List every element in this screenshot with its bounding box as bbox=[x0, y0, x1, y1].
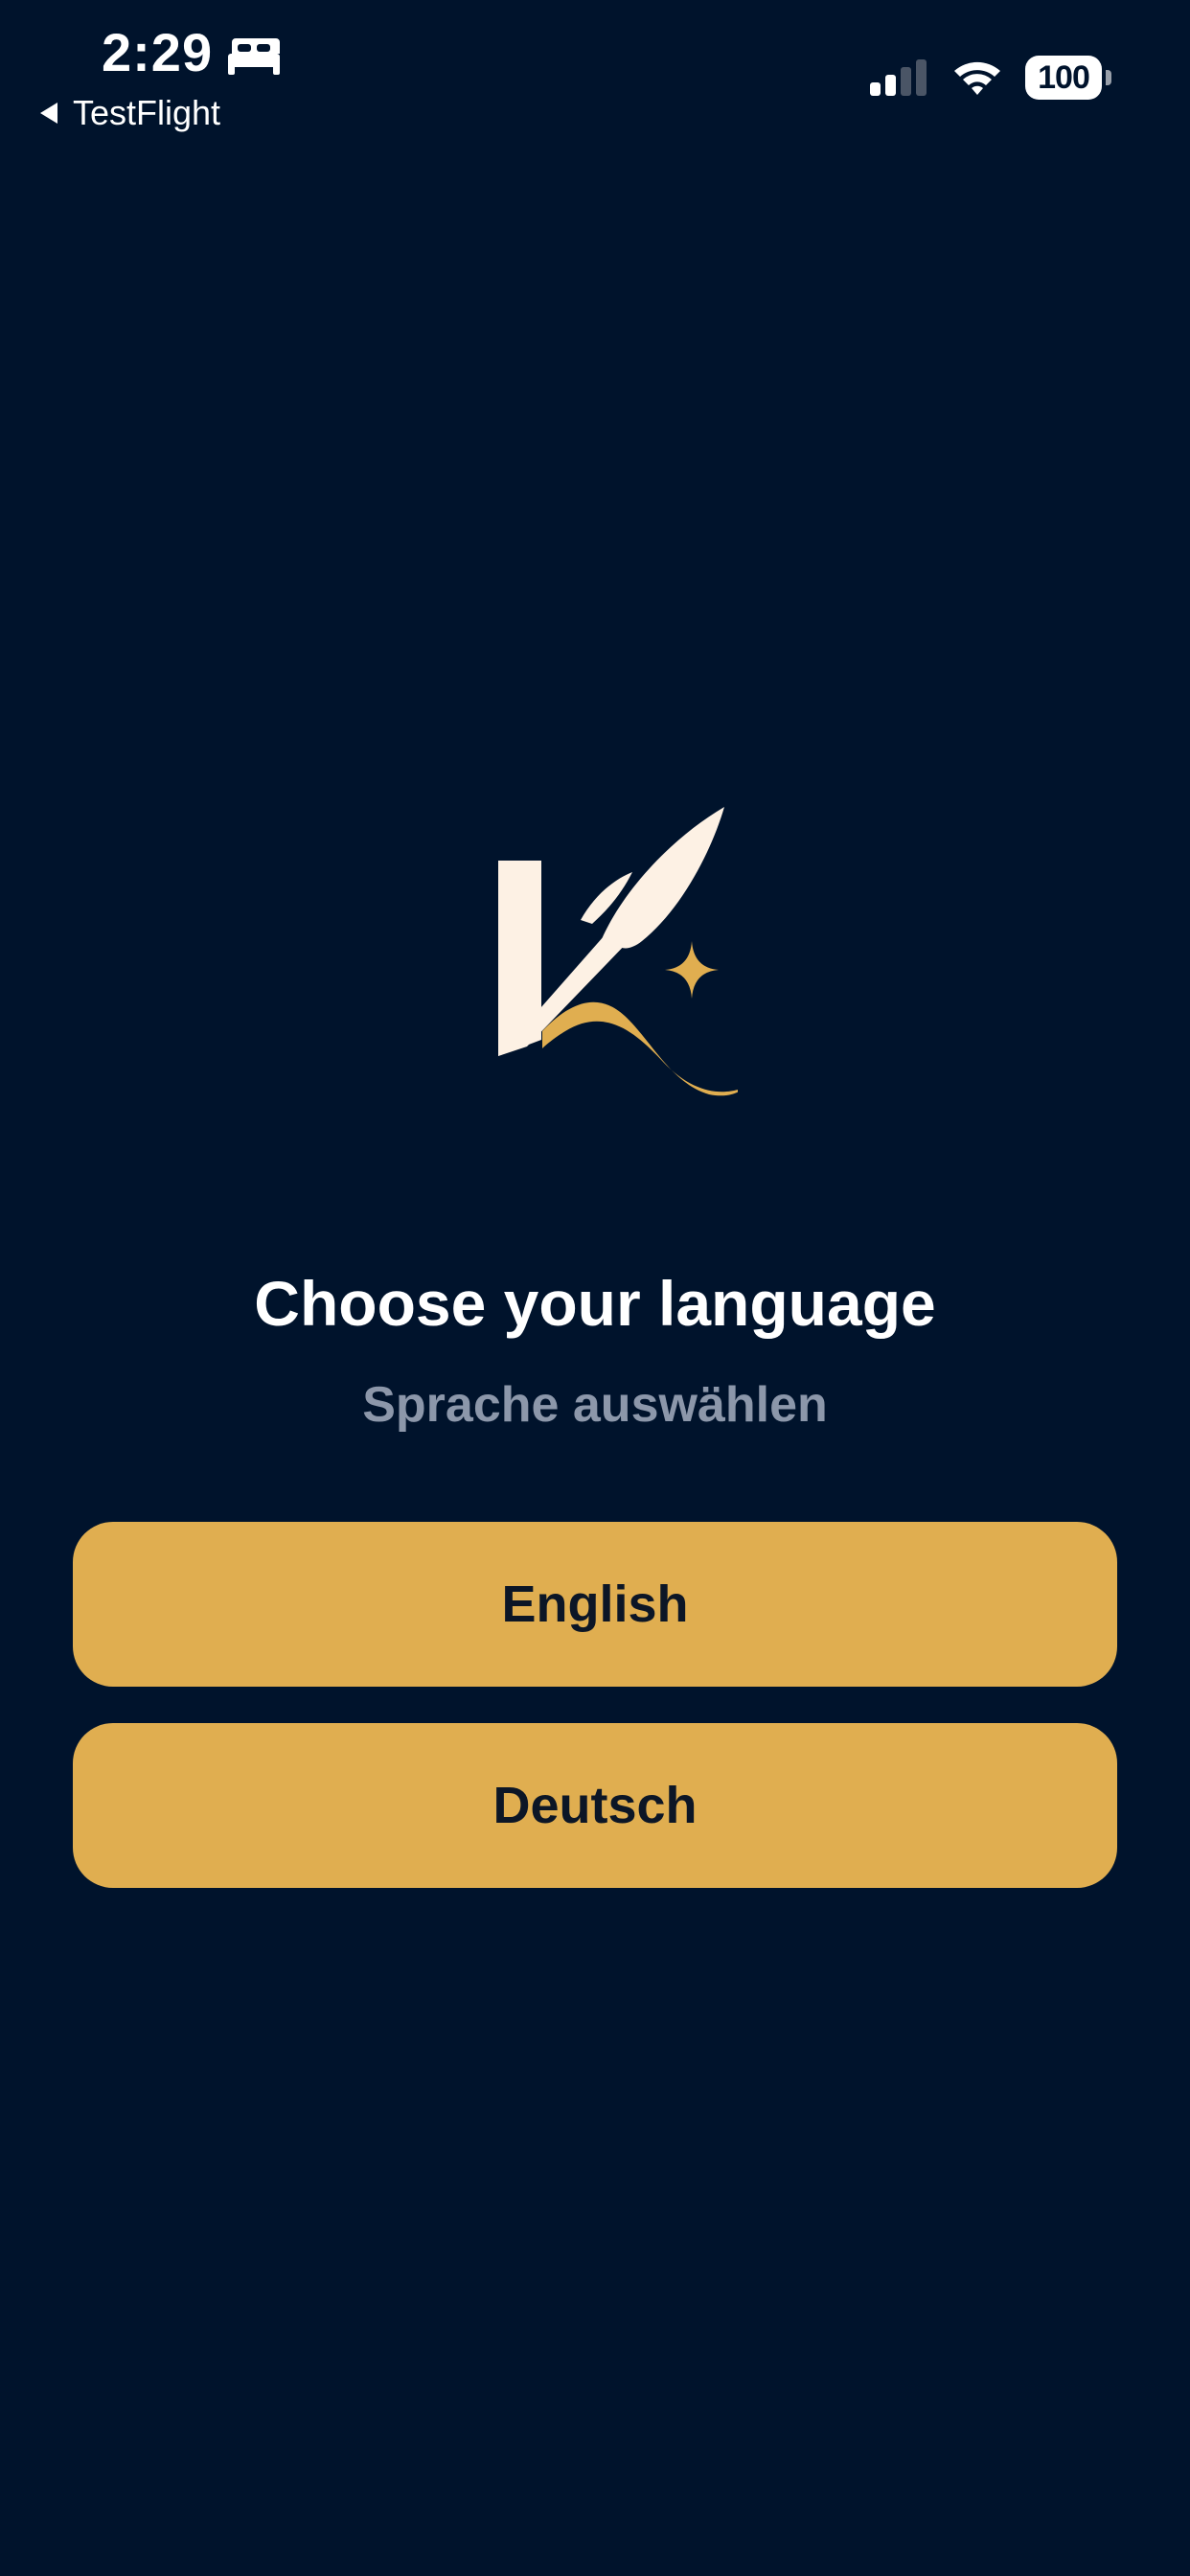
battery-icon: 100 bbox=[1025, 56, 1111, 102]
cellular-signal-icon bbox=[870, 59, 927, 96]
english-button[interactable]: English bbox=[73, 1522, 1117, 1687]
battery-tip bbox=[1106, 70, 1111, 85]
status-time: 2:29 bbox=[102, 22, 214, 82]
page-title: Choose your language bbox=[254, 1268, 936, 1339]
bed-icon bbox=[228, 38, 280, 75]
back-to-testflight[interactable]: TestFlight bbox=[38, 93, 221, 132]
back-arrow-icon bbox=[40, 103, 57, 124]
back-app-label: TestFlight bbox=[73, 93, 221, 132]
battery-level: 100 bbox=[1025, 56, 1102, 100]
page-subtitle: Sprache auswählen bbox=[362, 1377, 828, 1433]
deutsch-button[interactable]: Deutsch bbox=[73, 1723, 1117, 1888]
quill-k-logo-icon bbox=[498, 807, 738, 1096]
status-bar: 2:29 TestFlight 100 bbox=[0, 0, 1190, 144]
wifi-icon bbox=[954, 61, 1000, 95]
